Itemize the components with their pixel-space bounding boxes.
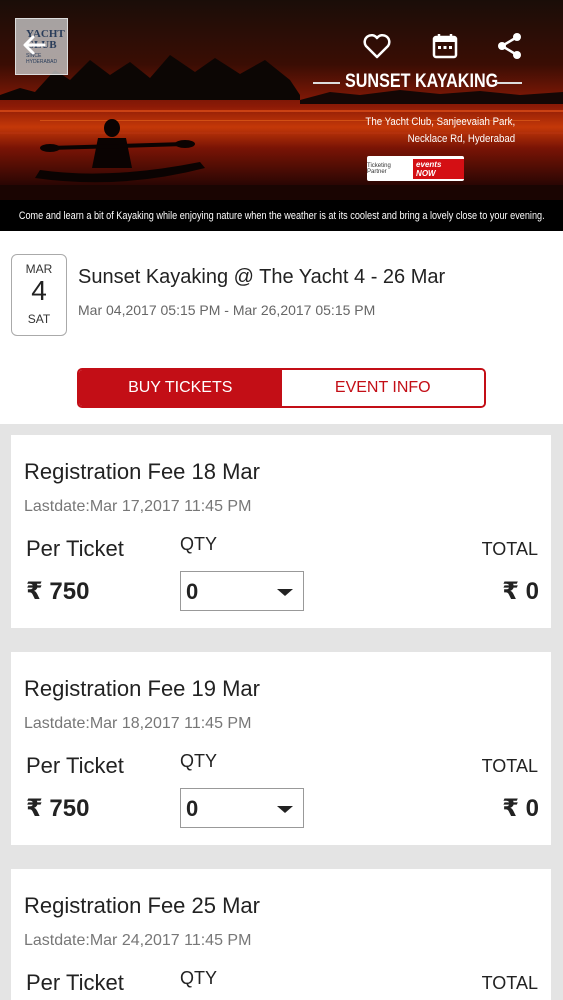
ticket-card: Registration Fee 25 Mar Lastdate:Mar 24,… (11, 869, 551, 1000)
ticket-card: Registration Fee 19 Mar Lastdate:Mar 18,… (11, 652, 551, 845)
total-label: TOTAL (481, 539, 538, 559)
calendar-icon (432, 34, 458, 59)
title-rule-right (496, 82, 522, 84)
ticket-name: Registration Fee 18 Mar (24, 459, 260, 484)
share-button[interactable] (496, 32, 524, 65)
per-ticket-label: Per Ticket (26, 536, 124, 561)
qty-label: QTY (180, 534, 218, 554)
ticket-lastdate: Lastdate:Mar 17,2017 11:45 PM (24, 498, 252, 515)
event-date-box: MAR 4 SAT (11, 254, 67, 336)
chevron-down-icon (277, 806, 293, 813)
banner-venue: The Yacht Club, Sanjeevaiah Park, Neckla… (365, 114, 515, 148)
event-info-section: MAR 4 SAT Sunset Kayaking @ The Yacht 4 … (0, 231, 563, 424)
qty-value: 0 (186, 796, 199, 821)
ticketing-partner-badge: Ticketing Partner events NOW (367, 156, 464, 181)
share-icon (498, 33, 521, 59)
ticket-total: ₹ 0 (502, 578, 539, 605)
total-label: TOTAL (481, 973, 538, 993)
heart-icon (363, 33, 391, 59)
venue-line-2: Necklace Rd, Hyderabad (407, 133, 515, 145)
ticket-name: Registration Fee 19 Mar (24, 676, 260, 701)
per-ticket-label: Per Ticket (26, 753, 124, 778)
partner-label: Ticketing Partner (367, 162, 391, 175)
event-name: Sunset Kayaking @ The Yacht 4 - 26 Mar (78, 266, 446, 288)
ticket-price: ₹ 750 (26, 578, 90, 605)
tab-buy-tickets[interactable]: BUY TICKETS (79, 370, 282, 406)
events-now-logo: events NOW (413, 158, 464, 179)
event-banner: YACHT CLUB SINCE HYDERABAD SUNSET KAYAKI… (0, 0, 563, 231)
tagline-text: Come and learn a bit of Kayaking while e… (18, 209, 545, 222)
ticket-tabs: BUY TICKETS EVENT INFO (77, 368, 486, 408)
qty-label: QTY (180, 751, 218, 771)
venue-line-1: The Yacht Club, Sanjeevaiah Park, (365, 116, 515, 128)
title-rule-left (313, 82, 340, 84)
ticket-lastdate: Lastdate:Mar 18,2017 11:45 PM (24, 715, 252, 732)
per-ticket-label: Per Ticket (26, 970, 124, 995)
qty-value: 0 (186, 579, 199, 604)
event-date-range: Mar 04,2017 05:15 PM - Mar 26,2017 05:15… (78, 302, 376, 318)
favorite-button[interactable] (362, 32, 392, 65)
qty-dropdown[interactable]: 0 (180, 571, 304, 611)
chevron-down-icon (277, 589, 293, 596)
event-day: 4 (31, 275, 47, 306)
event-weekday: SAT (27, 312, 51, 326)
event-month: MAR (25, 262, 53, 276)
total-label: TOTAL (481, 756, 538, 776)
ticket-total: ₹ 0 (502, 795, 539, 822)
tab-event-info[interactable]: EVENT INFO (281, 370, 484, 406)
ticket-lastdate: Lastdate:Mar 24,2017 11:45 PM (24, 932, 252, 949)
banner-tagline: Come and learn a bit of Kayaking while e… (0, 200, 563, 231)
ticket-name: Registration Fee 25 Mar (24, 893, 260, 918)
calendar-button[interactable] (431, 32, 459, 65)
back-button[interactable] (20, 30, 50, 60)
ticket-price: ₹ 750 (26, 795, 90, 822)
arrow-left-icon (23, 35, 46, 55)
qty-dropdown[interactable]: 0 (180, 788, 304, 828)
qty-label: QTY (180, 968, 218, 988)
banner-event-title: SUNSET KAYAKING (345, 71, 499, 92)
ticket-card: Registration Fee 18 Mar Lastdate:Mar 17,… (11, 435, 551, 628)
